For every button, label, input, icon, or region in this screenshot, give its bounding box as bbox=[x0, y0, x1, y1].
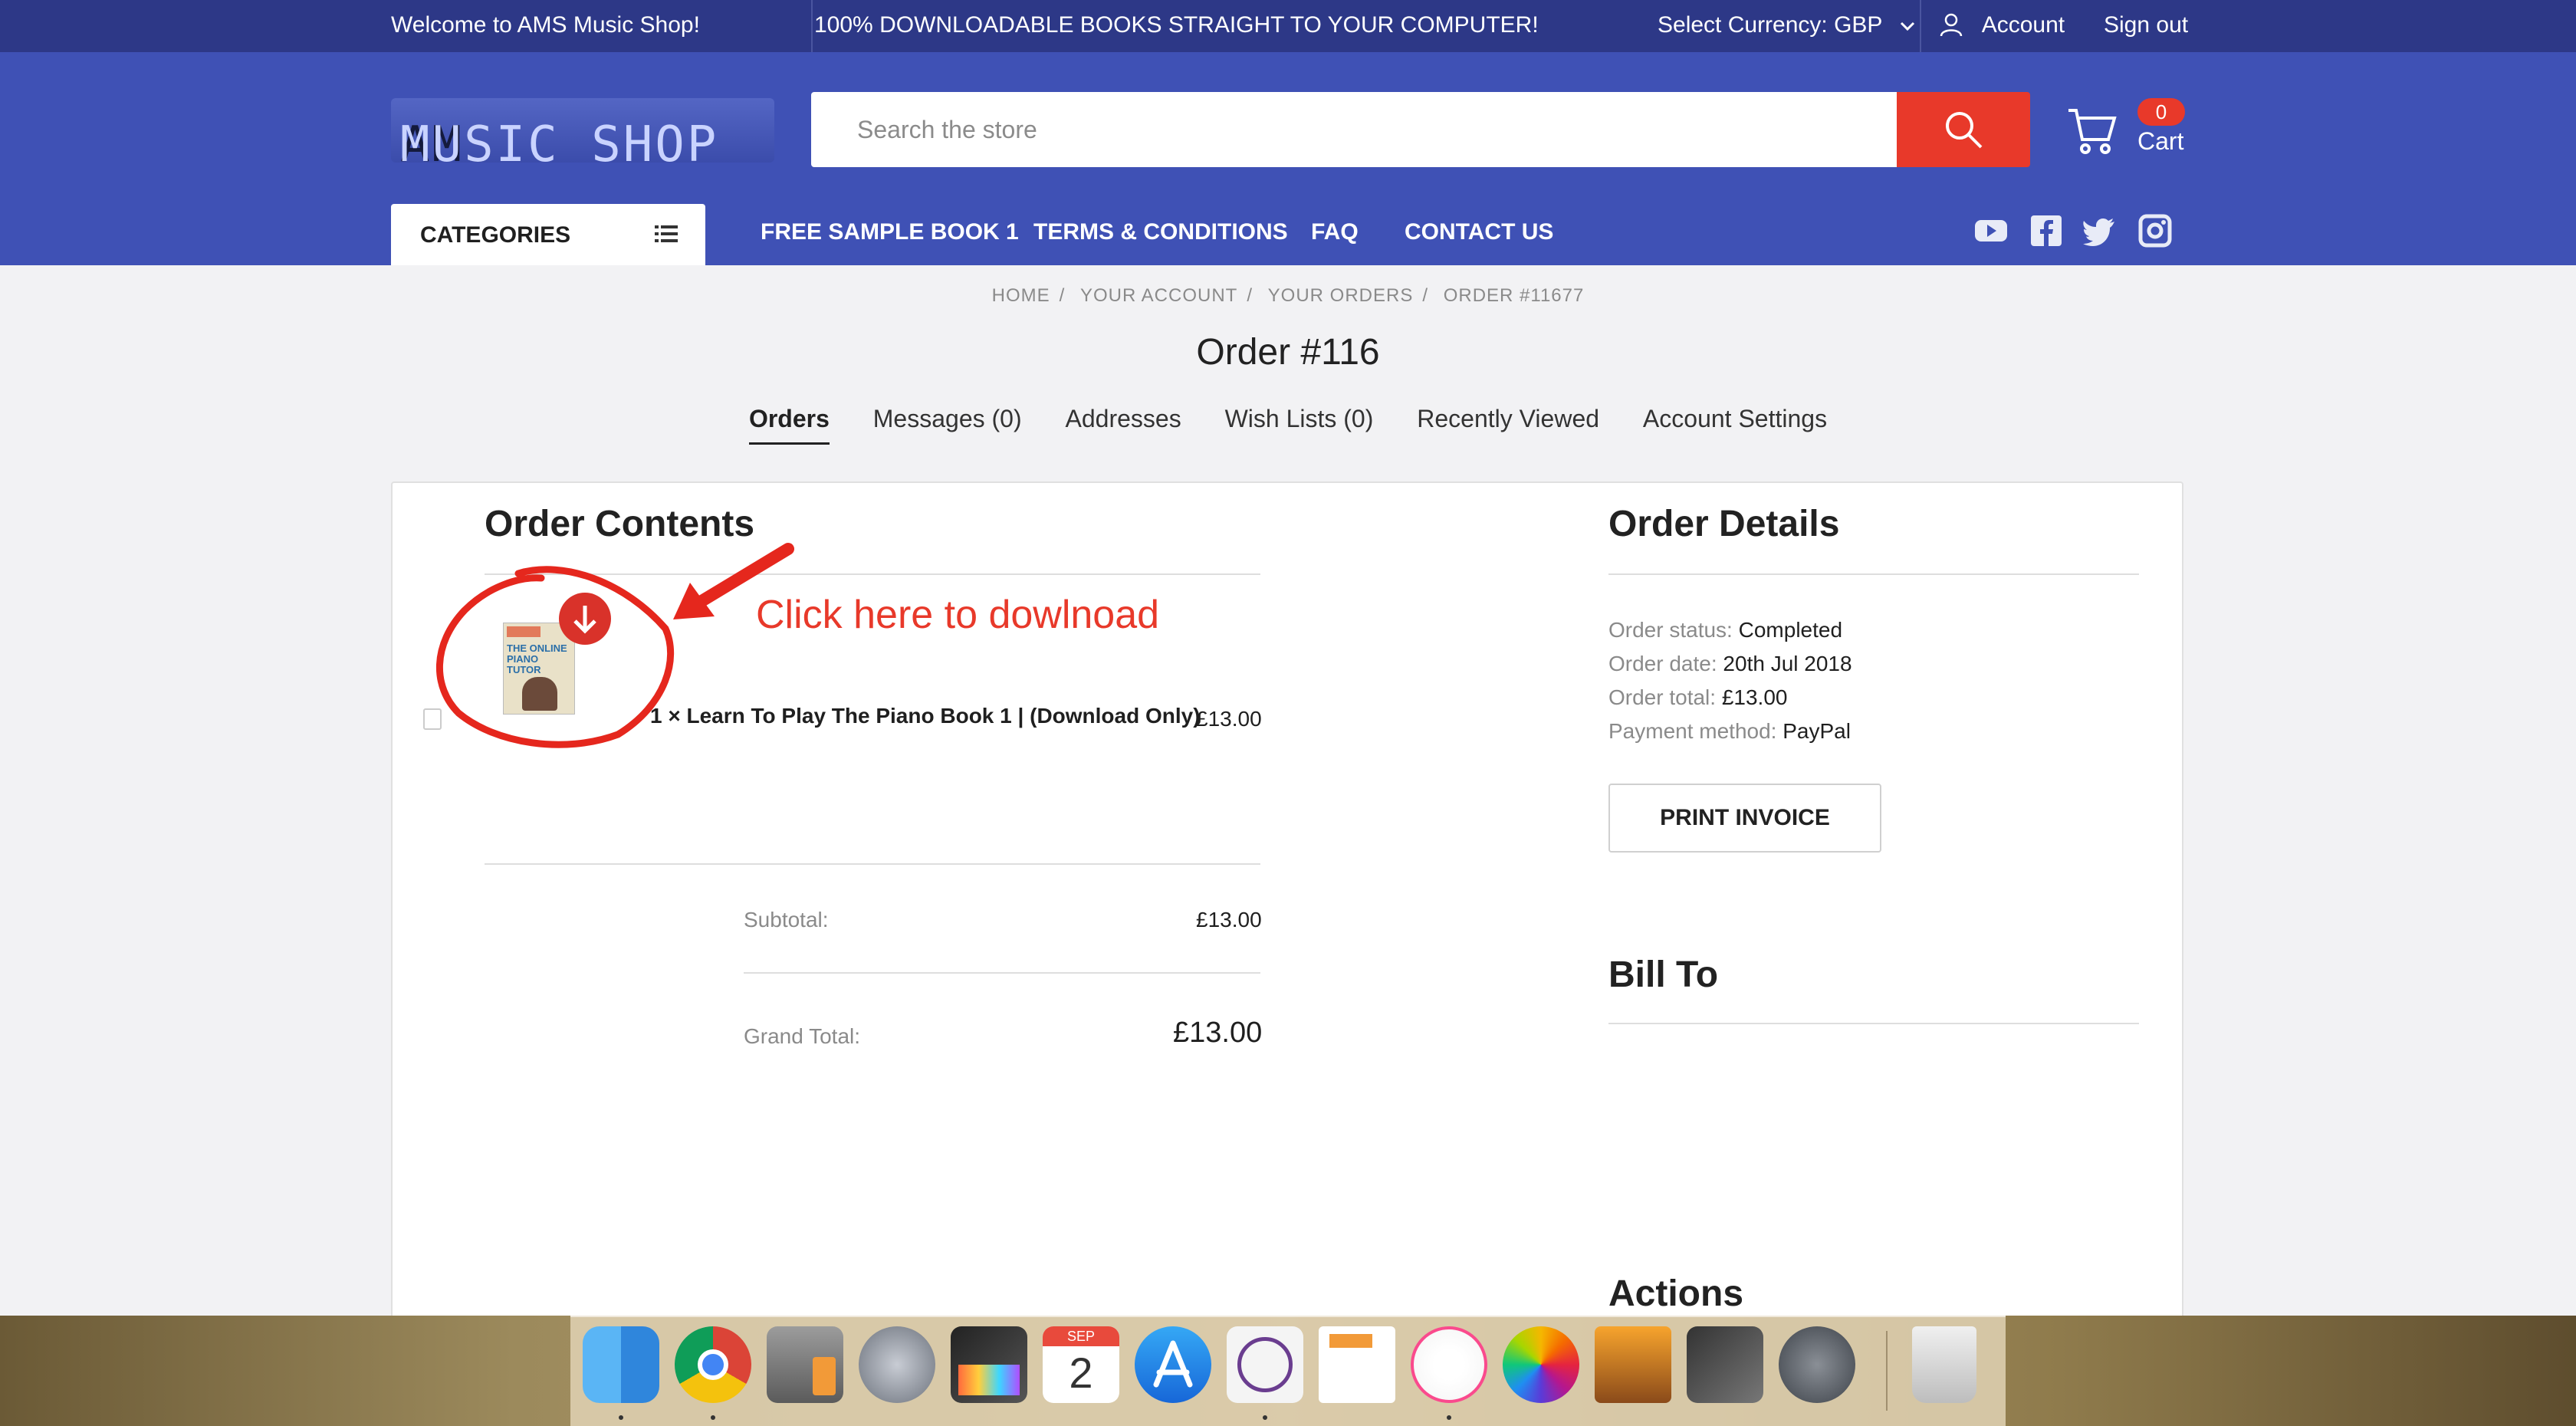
top-bar: Welcome to AMS Music Shop! 100% DOWNLOAD… bbox=[0, 0, 2576, 52]
tab-recently-viewed[interactable]: Recently Viewed bbox=[1417, 405, 1599, 442]
cart-icon[interactable] bbox=[2065, 104, 2119, 158]
payment-method-row: Payment method: PayPal bbox=[1608, 719, 1851, 744]
finder-icon[interactable] bbox=[583, 1326, 659, 1403]
breadcrumb-your-account[interactable]: YOUR ACCOUNT bbox=[1080, 285, 1237, 306]
facebook-icon[interactable] bbox=[2029, 213, 2064, 248]
tab-orders[interactable]: Orders bbox=[748, 405, 830, 445]
divider bbox=[485, 863, 1260, 865]
preview-icon[interactable] bbox=[1595, 1326, 1671, 1403]
categories-menu-button[interactable]: CATEGORIES bbox=[391, 204, 705, 265]
running-indicator bbox=[619, 1415, 623, 1420]
breadcrumb-separator: / bbox=[1422, 285, 1429, 306]
order-status-label: Order status: bbox=[1608, 618, 1733, 642]
order-total-label: Order total: bbox=[1608, 685, 1717, 709]
page-title: Order #116 bbox=[1196, 332, 1380, 373]
annotation-circle bbox=[435, 566, 675, 748]
calendar-day: 2 bbox=[1069, 1349, 1093, 1397]
grand-total-label: Grand Total: bbox=[744, 1024, 861, 1048]
print-invoice-button[interactable]: PRINT INVOICE bbox=[1608, 784, 1881, 853]
bill-to-heading: Bill To bbox=[1608, 955, 1719, 995]
annotation-text: Click here to dowlnoad bbox=[756, 593, 1160, 637]
breadcrumb-home[interactable]: HOME bbox=[992, 285, 1050, 306]
search-input[interactable]: Search the store bbox=[811, 92, 1897, 167]
cart-count-badge: 0 bbox=[2137, 98, 2185, 126]
list-icon bbox=[655, 225, 678, 242]
system-preferences-icon[interactable] bbox=[1779, 1326, 1855, 1403]
divider bbox=[811, 0, 813, 52]
tab-account-settings[interactable]: Account Settings bbox=[1643, 405, 1827, 442]
search-placeholder: Search the store bbox=[857, 116, 1037, 143]
order-details-heading: Order Details bbox=[1608, 504, 1840, 544]
cart-link[interactable]: Cart bbox=[2137, 127, 2183, 156]
order-date-row: Order date: 20th Jul 2018 bbox=[1608, 652, 1852, 676]
nav-free-sample[interactable]: FREE SAMPLE BOOK 1 bbox=[761, 219, 1019, 245]
chevron-down-icon bbox=[1901, 21, 1915, 31]
youtube-icon[interactable] bbox=[1973, 213, 2009, 248]
promo-text: 100% DOWNLOADABLE BOOKS STRAIGHT TO YOUR… bbox=[814, 12, 1539, 38]
breadcrumb-separator: / bbox=[1059, 285, 1066, 306]
order-status-row: Order status: Completed bbox=[1608, 618, 1842, 642]
twitter-icon[interactable] bbox=[2082, 213, 2118, 248]
divider bbox=[1920, 0, 1921, 52]
divider bbox=[1608, 573, 2139, 575]
sign-out-link[interactable]: Sign out bbox=[2104, 12, 2188, 38]
actions-heading: Actions bbox=[1608, 1273, 1744, 1314]
itunes-icon[interactable] bbox=[1411, 1326, 1487, 1403]
app-store-icon[interactable] bbox=[1135, 1326, 1211, 1403]
divider bbox=[744, 972, 1260, 974]
account-link[interactable]: Account bbox=[1940, 12, 2065, 38]
search-button[interactable] bbox=[1897, 92, 2030, 167]
payment-method-label: Payment method: bbox=[1608, 719, 1777, 743]
trash-icon[interactable] bbox=[1912, 1326, 1976, 1403]
tab-wish-lists[interactable]: Wish Lists (0) bbox=[1225, 405, 1374, 442]
subtotal-value: £13.00 bbox=[1196, 908, 1262, 932]
dock-divider bbox=[1886, 1331, 1888, 1411]
music-notation-icon[interactable] bbox=[1227, 1326, 1303, 1403]
search-icon bbox=[1946, 112, 1983, 149]
final-cut-icon[interactable] bbox=[951, 1326, 1027, 1403]
order-date-value: 20th Jul 2018 bbox=[1723, 652, 1852, 675]
grand-total-value: £13.00 bbox=[1173, 1017, 1263, 1049]
categories-label: CATEGORIES bbox=[420, 222, 571, 248]
user-icon bbox=[1940, 13, 1963, 37]
launchpad-icon[interactable] bbox=[859, 1326, 935, 1403]
tab-messages[interactable]: Messages (0) bbox=[873, 405, 1022, 442]
nav-faq[interactable]: FAQ bbox=[1311, 219, 1359, 245]
calendar-icon[interactable]: SEP 2 bbox=[1043, 1326, 1119, 1403]
sketchup-icon[interactable] bbox=[1687, 1326, 1763, 1403]
payment-method-value: PayPal bbox=[1783, 719, 1851, 743]
pages-icon[interactable] bbox=[1319, 1326, 1395, 1403]
breadcrumb: HOME / YOUR ACCOUNT / YOUR ORDERS / ORDER #… bbox=[0, 285, 2576, 307]
subtotal-label: Subtotal: bbox=[744, 908, 829, 932]
order-item-name: 1 × Learn To Play The Piano Book 1 | (Do… bbox=[650, 704, 1201, 728]
instagram-icon[interactable] bbox=[2137, 213, 2173, 248]
order-status-value: Completed bbox=[1738, 618, 1843, 642]
nav-contact[interactable]: CONTACT US bbox=[1405, 219, 1553, 245]
nav-terms[interactable]: TERMS & CONDITIONS bbox=[1033, 219, 1288, 245]
breadcrumb-your-orders[interactable]: YOUR ORDERS bbox=[1268, 285, 1414, 306]
currency-selector[interactable]: Select Currency: GBP bbox=[1658, 12, 1916, 38]
header: AMS MUSIC SHOP Search the store 0 Cart C… bbox=[0, 52, 2576, 265]
calculator-icon[interactable] bbox=[767, 1326, 843, 1403]
order-date-label: Order date: bbox=[1608, 652, 1717, 675]
calendar-month: SEP bbox=[1043, 1326, 1119, 1346]
breadcrumb-separator: / bbox=[1247, 285, 1253, 306]
order-total-value: £13.00 bbox=[1721, 685, 1788, 709]
logo-text-music-shop: MUSIC SHOP bbox=[400, 117, 719, 173]
breadcrumb-current-order: ORDER #11677 bbox=[1443, 285, 1585, 306]
tab-addresses[interactable]: Addresses bbox=[1066, 405, 1181, 442]
running-indicator bbox=[711, 1415, 715, 1420]
running-indicator bbox=[1263, 1415, 1267, 1420]
account-tabs: Orders Messages (0) Addresses Wish Lists… bbox=[0, 405, 2576, 445]
welcome-text: Welcome to AMS Music Shop! bbox=[391, 12, 700, 38]
order-item-price: £13.00 bbox=[1196, 707, 1262, 731]
divider bbox=[1608, 1023, 2139, 1024]
account-label: Account bbox=[1981, 12, 2065, 38]
order-total-row: Order total: £13.00 bbox=[1608, 685, 1787, 710]
running-indicator bbox=[1447, 1415, 1451, 1420]
site-logo[interactable]: AMS MUSIC SHOP bbox=[391, 98, 774, 173]
chrome-icon[interactable] bbox=[675, 1326, 751, 1403]
currency-label: Select Currency: GBP bbox=[1658, 12, 1882, 38]
photos-icon[interactable] bbox=[1503, 1326, 1579, 1403]
